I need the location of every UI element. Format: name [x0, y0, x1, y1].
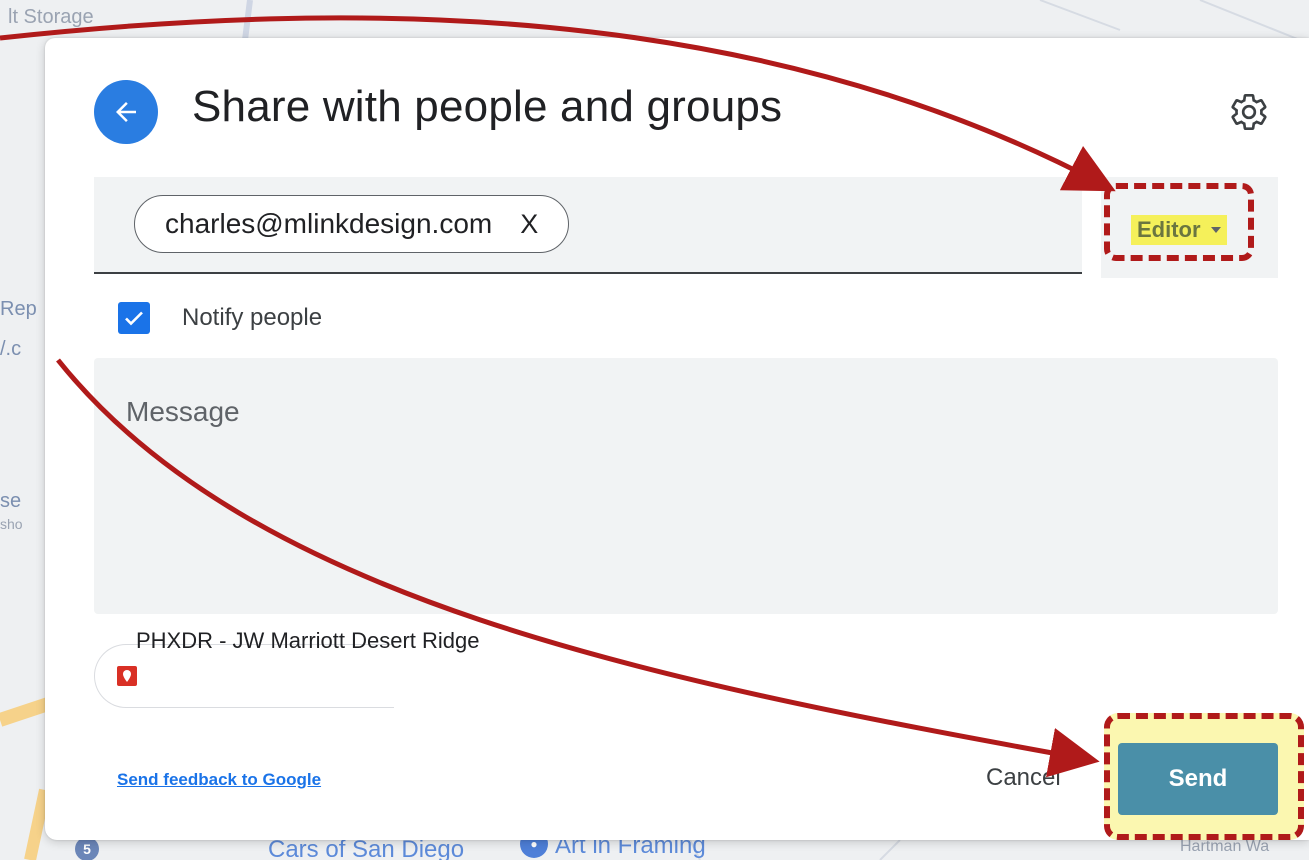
send-label: Send: [1168, 765, 1228, 792]
send-button[interactable]: Send: [1118, 743, 1278, 815]
recipient-chip[interactable]: charles@mlinkdesign.com X: [134, 195, 570, 253]
map-pin-icon: [117, 666, 137, 686]
remove-recipient-button[interactable]: X: [520, 209, 538, 240]
notify-checkbox[interactable]: [118, 302, 150, 334]
dialog-title: Share with people and groups: [192, 82, 783, 131]
message-placeholder: Message: [126, 396, 240, 427]
back-button[interactable]: [94, 80, 158, 144]
notify-label: Notify people: [182, 304, 323, 331]
map-label-rep: Rep: [0, 298, 37, 320]
send-feedback-link[interactable]: Send feedback to Google: [117, 770, 321, 790]
recipient-email: charles@mlinkdesign.com: [165, 208, 493, 239]
place-chip-label: PHXDR - JW Marriott Desert Ridge: [136, 628, 480, 653]
map-route-marker: 5: [75, 837, 99, 860]
editor-highlight-annotation: [1104, 183, 1254, 261]
arrow-left-icon: [116, 102, 136, 122]
cancel-button[interactable]: Cancel: [986, 764, 1061, 792]
map-label-se: se: [0, 490, 22, 512]
gear-icon: [1231, 94, 1267, 131]
map-label-sho: sho: [0, 516, 23, 532]
checkmark-icon: [125, 311, 143, 326]
map-label-storage: lt Storage: [8, 6, 94, 28]
map-label-vc: /.c: [0, 338, 22, 360]
settings-button[interactable]: [1229, 92, 1269, 132]
message-input[interactable]: Message: [94, 358, 1278, 614]
map-label-hartman: Hartman Wa: [1180, 838, 1270, 855]
recipients-field[interactable]: charles@mlinkdesign.com X: [94, 177, 1082, 274]
notify-row: Notify people: [118, 302, 322, 334]
